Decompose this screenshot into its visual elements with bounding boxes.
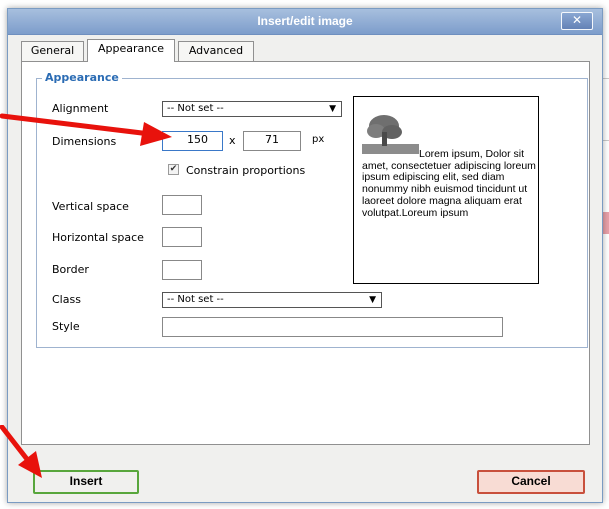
appearance-legend: Appearance [42, 71, 122, 84]
chevron-down-icon: ▼ [369, 295, 376, 305]
border-label: Border [52, 263, 89, 276]
vertical-space-label: Vertical space [52, 200, 129, 213]
close-button[interactable]: ✕ [561, 12, 593, 30]
tab-appearance[interactable]: Appearance [87, 39, 175, 62]
cancel-button[interactable]: Cancel [477, 470, 585, 494]
class-select[interactable]: -- Not set -- ▼ [162, 292, 382, 308]
horizontal-space-input[interactable] [162, 227, 202, 247]
tab-advanced[interactable]: Advanced [178, 41, 254, 61]
checkmark-icon: ✔ [169, 164, 178, 174]
preview-text: Lorem ipsum, Dolor sit amet, consectetue… [362, 148, 538, 219]
dialog-titlebar[interactable]: Insert/edit image ✕ [8, 9, 602, 35]
style-input[interactable] [162, 317, 503, 337]
dialog-title: Insert/edit image [257, 14, 353, 28]
vertical-space-input[interactable] [162, 195, 202, 215]
alignment-value: -- Not set -- [167, 103, 224, 114]
height-input[interactable]: 71 [243, 131, 301, 151]
close-icon: ✕ [571, 13, 583, 27]
alignment-select[interactable]: -- Not set -- ▼ [162, 101, 342, 117]
background-page-top [0, 0, 609, 8]
image-preview: Lorem ipsum, Dolor sit amet, consectetue… [353, 96, 539, 284]
dimensions-label: Dimensions [52, 135, 117, 148]
alignment-label: Alignment [52, 102, 109, 115]
border-input[interactable] [162, 260, 202, 280]
constrain-proportions-label: Constrain proportions [186, 164, 306, 177]
width-input[interactable]: 150 [162, 131, 223, 151]
tree-thumbnail-icon [362, 112, 419, 154]
style-label: Style [52, 320, 80, 333]
insert-button[interactable]: Insert [33, 470, 139, 494]
dimensions-separator: x [229, 134, 236, 147]
class-label: Class [52, 293, 81, 306]
class-value: -- Not set -- [167, 294, 224, 305]
constrain-proportions-checkbox[interactable]: ✔ [168, 164, 179, 175]
chevron-down-icon: ▼ [329, 104, 336, 114]
tab-general[interactable]: General [21, 41, 84, 61]
preview-lorem: Lorem ipsum, Dolor sit amet, consectetue… [362, 148, 536, 219]
horizontal-space-label: Horizontal space [52, 231, 144, 244]
dimensions-unit: px [312, 134, 325, 145]
